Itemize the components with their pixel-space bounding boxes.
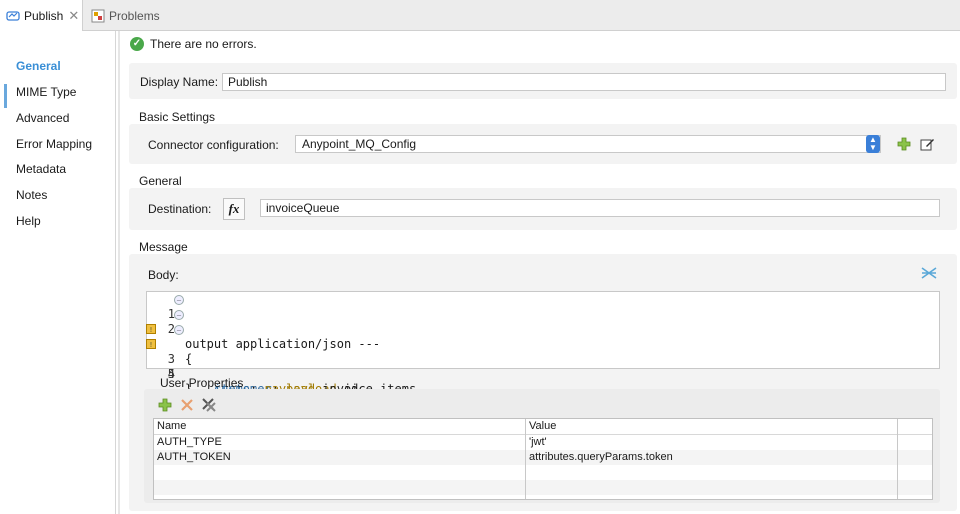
remove-icon [181, 399, 193, 411]
message-title: Message [139, 240, 188, 254]
fold-icon[interactable]: – [174, 325, 184, 335]
plus-icon [158, 398, 172, 412]
fold-icon[interactable]: – [174, 310, 184, 320]
code-line: ! 4 items: payload.invoice.items [146, 337, 937, 396]
status-message: ✓ There are no errors. [130, 37, 257, 51]
destination-input[interactable]: invoiceQueue [260, 199, 940, 217]
remove-property-button[interactable] [179, 398, 195, 414]
general-title: General [139, 174, 182, 188]
tab-problems-label: Problems [109, 8, 160, 23]
plus-icon [897, 137, 911, 151]
editor-tab-bar: Publish ✕ Problems [0, 0, 960, 32]
sidebar-item-mime-type[interactable]: MIME Type [16, 85, 76, 99]
sidebar-item-metadata[interactable]: Metadata [16, 162, 66, 176]
body-label: Body: [148, 268, 179, 282]
user-properties-title: User Properties [160, 376, 244, 390]
add-config-button[interactable] [896, 137, 912, 153]
active-indicator [4, 84, 7, 108]
edit-icon [920, 139, 934, 151]
basic-settings-title: Basic Settings [139, 110, 216, 124]
edit-config-button[interactable] [919, 137, 935, 153]
properties-sidebar: General MIME Type Advanced Error Mapping… [0, 31, 116, 514]
fold-icon[interactable]: – [174, 295, 184, 305]
user-properties-table: Name Value AUTH_TYPE 'jwt' AUTH_TOKEN at… [153, 418, 933, 500]
warning-icon[interactable]: ! [146, 324, 156, 334]
code-line: ! 3 – customer: payload.id, [146, 322, 937, 396]
code-line: 1 – output application/json --- [167, 295, 381, 351]
warning-icon[interactable]: ! [146, 339, 156, 349]
connector-config-label: Connector configuration: [148, 138, 279, 152]
display-name-input[interactable]: Publish [222, 73, 946, 91]
display-name-label: Display Name: [140, 75, 219, 89]
transform-icon[interactable] [921, 266, 937, 282]
table-cell-name[interactable]: AUTH_TYPE [154, 435, 526, 450]
fx-toggle-button[interactable]: fx [223, 198, 245, 220]
sidebar-item-notes[interactable]: Notes [16, 188, 47, 202]
table-cell-name[interactable]: AUTH_TOKEN [154, 450, 526, 465]
code-line: 2 – { [167, 310, 193, 366]
add-property-button[interactable] [157, 398, 173, 414]
select-arrows-icon: ▲ ▼ [866, 135, 880, 153]
sidebar-item-general[interactable]: General [16, 59, 61, 73]
publish-icon [6, 9, 20, 23]
code-line: 5 } [167, 367, 192, 396]
status-text: There are no errors. [150, 37, 257, 51]
clear-properties-button[interactable] [201, 397, 217, 413]
table-cell-value[interactable]: 'jwt' [526, 435, 898, 450]
destination-label: Destination: [148, 202, 212, 216]
tab-problems[interactable]: Problems [85, 0, 166, 31]
main-panel: ✓ There are no errors. Display Name: Pub… [120, 31, 960, 514]
table-cell-value[interactable]: attributes.queryParams.token [526, 450, 898, 465]
tab-publish-label: Publish [24, 9, 64, 23]
clear-all-icon [202, 398, 216, 412]
column-header-name[interactable]: Name [154, 419, 526, 434]
connector-config-value: Anypoint_MQ_Config [302, 137, 417, 151]
sidebar-item-advanced[interactable]: Advanced [16, 111, 69, 125]
column-header-value[interactable]: Value [526, 419, 898, 434]
problems-icon [91, 9, 105, 23]
tab-publish[interactable]: Publish ✕ [0, 0, 83, 32]
check-icon: ✓ [130, 37, 144, 51]
close-icon[interactable]: ✕ [68, 8, 79, 24]
sidebar-item-error-mapping[interactable]: Error Mapping [16, 137, 92, 151]
connector-config-select[interactable]: Anypoint_MQ_Config ▲ ▼ [295, 135, 881, 153]
body-code-editor[interactable]: 1 – output application/json --- 2 – { ! … [146, 291, 940, 396]
sidebar-item-help[interactable]: Help [16, 214, 41, 228]
